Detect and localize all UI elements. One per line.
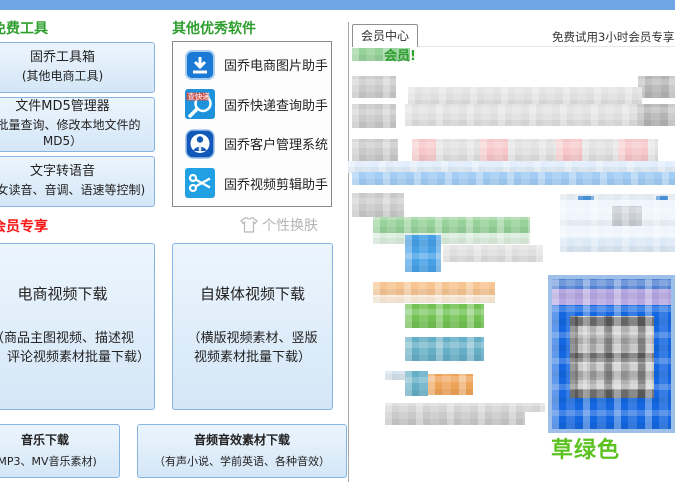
button-subtitle: (男女读音、音调、语速等控制) [0,183,146,198]
redacted-content [648,139,658,161]
button-title: 音频音效素材下载 [193,432,290,447]
button-title: 文件MD5管理器 [15,99,110,115]
redacted-row [373,217,530,233]
member-zone-header: 会员专享 [0,219,48,235]
button-title: 自媒体视频下载 [199,284,305,303]
software-item-label: 固乔客户管理系统 [224,138,329,154]
redacted-row [373,282,495,295]
decor [656,196,668,200]
toolbox-button[interactable]: 固乔工具箱 (其他电商工具) [0,42,155,93]
button-title: 电商视频下载 [17,284,108,303]
software-item-customer-mgmt[interactable]: 固乔客户管理系统 [173,126,331,162]
decor [552,305,671,429]
download-icon [185,49,215,80]
button-title: 文字转语音 [29,164,95,180]
member-greeting: 会员! [384,49,416,64]
redacted-price-row [352,139,658,161]
redacted-content [638,76,675,98]
redacted-content [480,139,508,161]
redacted-row [373,233,530,244]
software-item-label: 固乔视频剪辑助手 [224,177,329,193]
button-subtitle: （有声小说、学前英语、各种音效） [154,455,330,469]
redacted-content [582,139,618,161]
redacted-content [443,245,543,262]
button-subtitle: （批量查询、修改本地文件的MD5） [0,118,141,148]
software-item-video-clip[interactable]: 固乔视频剪辑助手 [173,165,331,201]
button-subtitle: (其他电商工具) [21,69,104,84]
redacted-content [508,139,556,161]
button-title: 音乐下载 [20,432,69,447]
redacted-content [352,76,396,98]
redacted-content [385,403,545,412]
qr-color-label: 草绿色 [551,438,621,463]
redacted-content [385,412,525,425]
other-software-header: 其他优秀软件 [172,21,256,37]
button-subtitle: (MP3、MV音乐素材) [0,455,97,469]
decor [552,279,671,289]
redacted-label [352,193,404,217]
redacted-row [352,172,675,185]
redacted-button [405,304,484,328]
redacted-content [352,104,396,128]
express-icon-text: 查快递 [188,91,211,101]
text-to-speech-button[interactable]: 文字转语音 (男女读音、音调、语速等控制) [0,156,155,207]
redacted-thumbnail [405,235,441,272]
selfmedia-video-download-button[interactable]: 自媒体视频下载 （横版视频素材、竖版视频素材批量下载） [172,243,333,410]
tab-member-center[interactable]: 会员中心 [352,24,419,47]
scissors-icon [185,168,215,199]
software-list: 固乔电商图片助手 查快递 固乔快递查询助手 固乔客户管理系统 固乔视频剪辑助手 [172,41,332,207]
decor [578,196,594,200]
software-item-image-assistant[interactable]: 固乔电商图片助手 [173,47,331,83]
redacted-content [352,139,398,161]
software-item-label: 固乔快递查询助手 [224,98,329,114]
redacted-content [405,104,645,126]
decor [552,289,671,305]
qr-code-card [548,275,675,433]
redacted-content [637,104,675,126]
md5-manager-button[interactable]: 文件MD5管理器 （批量查询、修改本地文件的MD5） [0,97,155,152]
redacted-content [436,139,480,161]
customer-icon [185,129,215,159]
tshirt-icon [240,217,258,233]
button-title: 固乔工具箱 [29,50,95,66]
decor [560,237,675,252]
music-download-button[interactable]: 音乐下载 (MP3、MV音乐素材) [0,424,120,478]
skin-change-label: 个性换肤 [262,218,318,234]
redacted-button [428,374,473,395]
trial-promo-text: 免费试用3小时会员专享功 [552,30,675,44]
window-top-bar [0,0,675,10]
express-query-icon: 查快递 [185,89,215,120]
button-subtitle: （横版视频素材、竖版视频素材批量下载） [187,331,318,366]
ecommerce-video-download-button[interactable]: 电商视频下载 （商品主图视频、描述视频、评论视频素材批量下载） [0,243,155,410]
redacted-content [618,139,648,161]
tab-divider [401,46,675,47]
redacted-row [373,295,495,303]
skin-change-button[interactable]: 个性换肤 [240,215,318,235]
software-item-label: 固乔电商图片助手 [224,59,329,75]
free-tools-header: 免费工具 [0,21,48,37]
redacted-info-card [560,194,675,252]
software-item-express-query[interactable]: 查快递 固乔快递查询助手 [173,86,331,122]
redacted-content [556,139,582,161]
redacted-content [612,206,642,226]
redacted-content [405,371,428,396]
redacted-content [385,371,405,380]
button-subtitle: （商品主图视频、描述视频、评论视频素材批量下载） [0,331,151,366]
redacted-content [412,139,436,161]
audio-sfx-download-button[interactable]: 音频音效素材下载 （有声小说、学前英语、各种音效） [137,424,347,478]
app-window: 免费工具 固乔工具箱 (其他电商工具) 文件MD5管理器 （批量查询、修改本地文… [0,0,675,482]
redacted-button [405,337,484,361]
qr-code [569,316,654,398]
